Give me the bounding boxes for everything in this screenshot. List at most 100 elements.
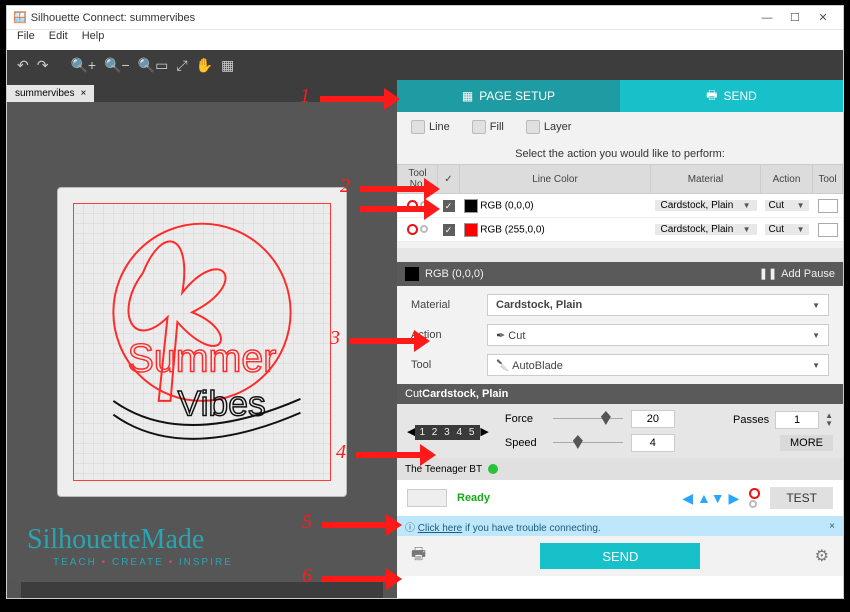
menu-bar: File Edit Help bbox=[7, 30, 843, 50]
close-button[interactable]: ✕ bbox=[809, 11, 837, 24]
select-icon[interactable]: ▦ bbox=[221, 57, 234, 74]
info-icon: ⓘ bbox=[405, 523, 415, 534]
material-dropdown[interactable]: Cardstock, Plain▼ bbox=[487, 294, 829, 316]
tool-label: Tool bbox=[411, 359, 471, 371]
col-check: ✓ bbox=[438, 165, 460, 194]
tool-slot-2-icon[interactable] bbox=[420, 225, 428, 233]
action-select[interactable]: Cut▼ bbox=[765, 224, 809, 235]
device-name: The Teenager BT bbox=[405, 464, 482, 475]
grid-icon: ▦ bbox=[462, 89, 473, 103]
help-link[interactable]: Click here bbox=[418, 523, 462, 534]
send-button[interactable]: SEND bbox=[540, 543, 700, 569]
color-label: RGB (0,0,0) bbox=[480, 200, 533, 211]
zoom-area-icon[interactable]: 🔍▭ bbox=[138, 57, 169, 74]
send-panel: ▦ PAGE SETUP 🖶 SEND Line Fill bbox=[397, 80, 843, 598]
undo-icon[interactable]: ↶ bbox=[17, 57, 29, 74]
annotation-number: 4 bbox=[336, 441, 346, 464]
material-select[interactable]: Cardstock, Plain▼ bbox=[655, 200, 757, 211]
color-label: RGB (255,0,0) bbox=[480, 224, 544, 235]
section-title: RGB (0,0,0) bbox=[425, 268, 484, 280]
minimize-button[interactable]: — bbox=[753, 12, 781, 24]
menu-file[interactable]: File bbox=[17, 30, 35, 50]
cutting-mat: Summer Vibes bbox=[57, 187, 347, 497]
file-tab-close-icon[interactable]: × bbox=[80, 88, 86, 99]
machine-icon bbox=[407, 489, 447, 507]
banner-close-icon[interactable]: × bbox=[829, 521, 835, 532]
action-select[interactable]: Cut▼ bbox=[765, 200, 809, 211]
add-pause-button[interactable]: ❚❚ Add Pause bbox=[759, 267, 835, 281]
canvas-scrollbar[interactable] bbox=[7, 582, 397, 598]
cut-mode-strip: Line Fill Layer bbox=[397, 112, 843, 142]
zoom-out-icon[interactable]: 🔍− bbox=[104, 57, 130, 74]
panel-tabstrip: ▦ PAGE SETUP 🖶 SEND bbox=[397, 80, 843, 112]
tab-page-setup[interactable]: ▦ PAGE SETUP bbox=[397, 80, 620, 112]
app-window: 🪟 Silhouette Connect: summervibes — ☐ ✕ … bbox=[6, 5, 844, 599]
color-swatch bbox=[464, 223, 478, 237]
status-text: Ready bbox=[457, 492, 490, 504]
col-material: Material bbox=[651, 165, 761, 194]
material-select[interactable]: Cardstock, Plain▼ bbox=[655, 224, 757, 235]
table-row[interactable]: ✓ RGB (255,0,0) Cardstock, Plain▼ Cut▼ bbox=[398, 218, 843, 242]
tool-icon[interactable] bbox=[818, 223, 838, 237]
test-button[interactable]: TEST bbox=[770, 487, 833, 509]
carriage-2-icon[interactable] bbox=[749, 500, 757, 508]
svg-text:Vibes: Vibes bbox=[178, 384, 266, 424]
toolbar: ↶ ↷ 🔍+ 🔍− 🔍▭ ⤢ ✋ ▦ bbox=[7, 50, 843, 80]
color-section-header: RGB (0,0,0) ❚❚ Add Pause bbox=[397, 262, 843, 286]
passes-value[interactable]: 1 bbox=[775, 411, 819, 429]
speed-slider[interactable] bbox=[553, 436, 623, 450]
device-row: The Teenager BT bbox=[397, 458, 843, 480]
help-banner: ⓘ Click here if you have trouble connect… bbox=[397, 516, 843, 536]
cut-parameters: ◀1 2 3 4 5▶ Force 20 Speed 4 bbox=[397, 404, 843, 458]
pause-icon: ❚❚ bbox=[759, 267, 777, 281]
tool-slot-1-icon[interactable] bbox=[407, 200, 418, 211]
scroll-left-icon[interactable] bbox=[7, 582, 21, 598]
chevron-down-icon: ▼ bbox=[797, 225, 805, 234]
force-value[interactable]: 20 bbox=[631, 410, 675, 428]
speed-value[interactable]: 4 bbox=[631, 434, 675, 452]
tab-send[interactable]: 🖶 SEND bbox=[620, 80, 843, 112]
tool-slot-2-icon[interactable] bbox=[420, 201, 428, 209]
content: summervibes × Summer Vibes bbox=[7, 80, 843, 598]
fit-icon[interactable]: ⤢ bbox=[176, 57, 187, 74]
menu-edit[interactable]: Edit bbox=[49, 30, 68, 50]
action-dropdown[interactable]: ✒ Cut▼ bbox=[487, 324, 829, 346]
tool-icon[interactable] bbox=[818, 199, 838, 213]
jog-arrows-icon[interactable]: ◀ ▲▼ ▶ bbox=[682, 490, 739, 507]
queue-icon[interactable]: 🖶 bbox=[411, 543, 426, 570]
chevron-down-icon: ▼ bbox=[812, 361, 820, 370]
passes-stepper[interactable]: ▲▼ bbox=[825, 412, 833, 428]
row-checkbox[interactable]: ✓ bbox=[443, 200, 455, 212]
chevron-down-icon: ▼ bbox=[812, 301, 820, 310]
depth-selector[interactable]: ◀1 2 3 4 5▶ bbox=[407, 425, 489, 438]
speed-label: Speed bbox=[505, 437, 545, 449]
maximize-button[interactable]: ☐ bbox=[781, 11, 809, 24]
force-label: Force bbox=[505, 413, 545, 425]
mode-layer[interactable]: Layer bbox=[526, 120, 572, 134]
file-tab[interactable]: summervibes × bbox=[7, 85, 94, 102]
tool-dropdown[interactable]: 🔪 AutoBlade▼ bbox=[487, 354, 829, 376]
file-tabstrip: summervibes × bbox=[7, 80, 397, 102]
table-row[interactable]: ✓ RGB (0,0,0) Cardstock, Plain▼ Cut▼ bbox=[398, 194, 843, 218]
annotation-number: 3 bbox=[330, 327, 340, 350]
pan-icon[interactable]: ✋ bbox=[196, 57, 213, 74]
tool-slot-1-icon[interactable] bbox=[407, 224, 418, 235]
force-slider[interactable] bbox=[553, 412, 623, 426]
cut-summary-header: Cut Cardstock, Plain bbox=[397, 384, 843, 404]
gear-icon[interactable]: ⚙ bbox=[815, 546, 829, 566]
menu-help[interactable]: Help bbox=[82, 30, 105, 50]
zoom-in-icon[interactable]: 🔍+ bbox=[70, 57, 96, 74]
carriage-1-icon[interactable] bbox=[749, 488, 760, 499]
chevron-down-icon: ▼ bbox=[743, 201, 751, 210]
passes-label: Passes bbox=[733, 414, 769, 426]
mode-line[interactable]: Line bbox=[411, 120, 450, 134]
svg-text:Summer: Summer bbox=[128, 336, 277, 380]
row-checkbox[interactable]: ✓ bbox=[443, 224, 455, 236]
scroll-right-icon[interactable] bbox=[383, 582, 397, 598]
mode-fill[interactable]: Fill bbox=[472, 120, 504, 134]
more-button[interactable]: MORE bbox=[780, 435, 833, 451]
chevron-down-icon: ▼ bbox=[797, 201, 805, 210]
col-toolno: Tool No. bbox=[398, 165, 438, 194]
redo-icon[interactable]: ↷ bbox=[37, 57, 49, 74]
grid-gap bbox=[397, 248, 843, 262]
